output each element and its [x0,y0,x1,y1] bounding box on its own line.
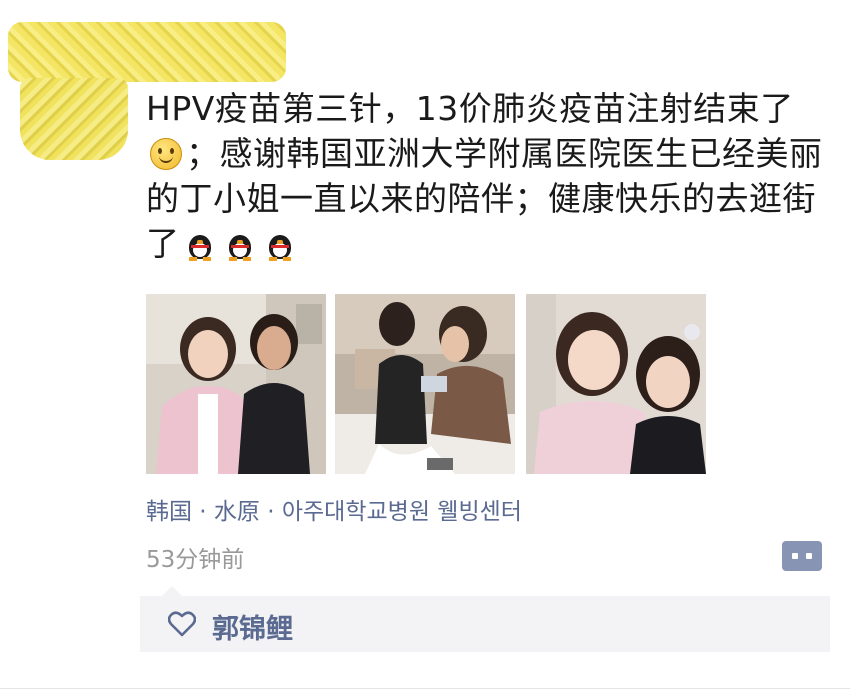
penguin-emoji-icon [186,231,214,261]
penguin-emoji-icon [266,231,294,261]
location-link[interactable]: 韩国 · 水原 · 아주대학교병원 웰빙센터 [146,492,522,526]
photo-two-women-selfie[interactable] [526,294,706,474]
redacted-avatar-mosaic [8,22,286,82]
dot-icon [806,553,812,559]
smile-emoji-icon [150,138,182,170]
penguin-emoji-icon [226,231,254,261]
photo-vaccination[interactable] [335,294,515,474]
photo-two-women-lobby[interactable] [146,294,326,474]
heart-icon [168,611,196,637]
post-timestamp: 53分钟前 [146,547,245,573]
dot-icon [792,553,798,559]
redacted-username-mosaic [20,78,128,160]
liker-name[interactable]: 郭锦鲤 [212,607,293,646]
divider [0,688,850,689]
comment-button[interactable] [782,541,822,571]
post-text-part1: HPV疫苗第三针，13价肺炎疫苗注射结束了 [146,89,794,128]
likes-bar: 郭锦鲤 [140,586,830,652]
post-text: HPV疫苗第三针，13价肺炎疫苗注射结束了；感谢韩国亚洲大学附属医院医生已经美丽… [146,86,826,266]
